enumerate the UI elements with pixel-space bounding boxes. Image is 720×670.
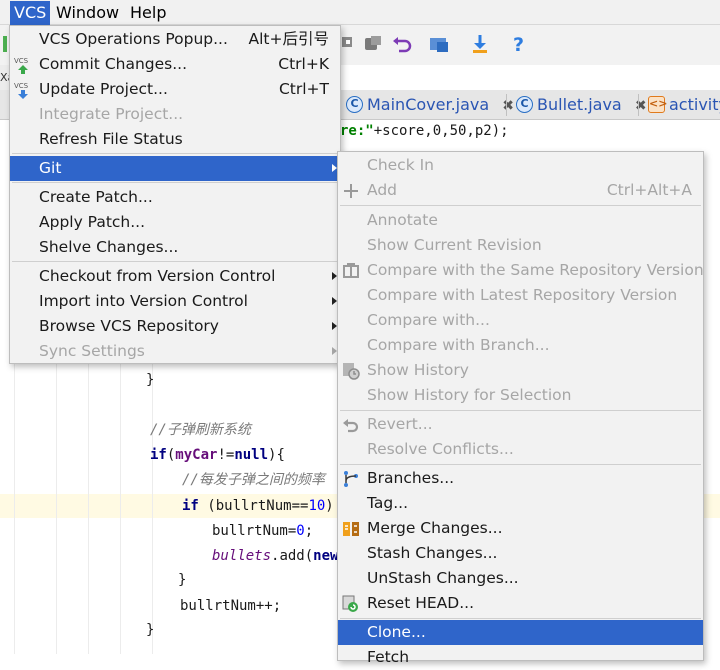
java-class-icon: C: [516, 96, 533, 113]
menu-item-stash-changes[interactable]: Stash Changes...: [338, 541, 703, 566]
menu-item-shelve-changes[interactable]: Shelve Changes...: [10, 235, 340, 260]
menu-separator: [340, 618, 701, 619]
menu-item-create-patch[interactable]: Create Patch...: [10, 185, 340, 210]
code-line: if(myCar!=null){: [150, 447, 285, 463]
menu-item-check-in: Check In: [367, 156, 435, 174]
code-line: bullrtNum=0;: [212, 523, 314, 539]
menu-item-update-project[interactable]: VCS Update Project... Ctrl+T: [10, 77, 340, 102]
compare-icon: [343, 263, 359, 278]
menu-separator: [340, 410, 701, 411]
menu-separator: [12, 153, 338, 154]
menu-item-checkout-from-vcs[interactable]: Checkout from Version Control: [10, 264, 340, 289]
vcs-menu: VCS Operations Popup... Alt+后引号 VCS Comm…: [9, 25, 341, 364]
svg-text:VCS: VCS: [14, 57, 29, 65]
menu-item-show-current-revision: Show Current Revision: [367, 236, 542, 254]
menu-item-git[interactable]: Git: [10, 156, 340, 181]
menu-item-compare-with-branch: Compare with Branch...: [367, 336, 550, 354]
menu-item-add: Add Ctrl+Alt+A: [338, 178, 703, 203]
revert-icon: [343, 419, 359, 433]
java-class-icon: C: [346, 96, 363, 113]
menu-separator: [340, 464, 701, 465]
menu-item-reset-head[interactable]: Reset HEAD...: [338, 591, 703, 616]
code-line: if (bullrtNum==10): [182, 498, 334, 514]
menu-item-annotate: Annotate: [367, 211, 438, 229]
menu-item-unstash-changes[interactable]: UnStash Changes...: [338, 566, 703, 591]
menu-separator: [12, 261, 338, 262]
menu-item-apply-patch[interactable]: Apply Patch...: [10, 210, 340, 235]
history-icon: [343, 363, 360, 380]
toolbar-structure-icon[interactable]: [428, 33, 450, 55]
reset-head-icon: [342, 595, 358, 612]
tab-activity[interactable]: <> activity: [642, 90, 720, 120]
plus-icon: [344, 184, 358, 198]
menu-separator: [340, 205, 701, 206]
menu-item-refresh-file-status[interactable]: Refresh File Status: [10, 127, 340, 152]
code-comment: //每发子弹之间的频率: [182, 472, 325, 488]
menu-item-fetch[interactable]: Fetch: [338, 645, 703, 670]
tab-label: Bullet.java: [537, 95, 622, 114]
menu-window[interactable]: Window: [52, 1, 123, 25]
menu-item-integrate-project: Integrate Project...: [39, 105, 184, 123]
tab-maincover-java[interactable]: C MainCover.java ✖: [340, 90, 514, 120]
svg-text:VCS: VCS: [14, 82, 29, 90]
svg-text:?: ?: [513, 34, 524, 55]
toolbar-device-icon[interactable]: [362, 33, 384, 55]
branches-icon: [344, 471, 358, 487]
code-line: }: [146, 372, 155, 388]
menu-item-tag[interactable]: Tag...: [338, 491, 703, 516]
menu-item-revert: Revert...: [338, 412, 703, 437]
menu-item-resolve-conflicts: Resolve Conflicts...: [367, 440, 514, 458]
menu-item-clone[interactable]: Clone...: [338, 620, 703, 645]
toolbar-download-icon[interactable]: [469, 33, 491, 55]
menu-item-compare-with: Compare with...: [367, 311, 490, 329]
menu-item-show-history-selection: Show History for Selection: [367, 386, 572, 404]
menu-item-compare-latest-repo-version: Compare with Latest Repository Version: [367, 286, 678, 304]
menu-separator: [12, 182, 338, 183]
menu-item-browse-vcs-repository[interactable]: Browse VCS Repository: [10, 314, 340, 339]
activity-icon: <>: [648, 96, 667, 113]
code-line: bullrtNum++;: [180, 598, 282, 614]
code-line: }: [178, 572, 187, 588]
vcs-update-icon: VCS: [14, 82, 29, 99]
menu-item-merge-changes[interactable]: Merge Changes...: [338, 516, 703, 541]
toolbar-sdk-icon[interactable]: [340, 33, 362, 55]
menu-item-commit-changes[interactable]: VCS Commit Changes... Ctrl+K: [10, 52, 340, 77]
menu-item-show-history: Show History: [338, 358, 703, 383]
vcs-commit-icon: VCS: [14, 57, 29, 74]
toolbar-help-icon[interactable]: ?: [508, 33, 530, 55]
code-line: re:"+score,0,50,p2);: [340, 123, 509, 139]
code-line: }: [146, 622, 155, 638]
tab-label: activity: [669, 95, 720, 114]
code-line: bullets.add(new: [212, 548, 339, 564]
run-indicator-icon: [3, 36, 7, 52]
merge-icon: [343, 522, 359, 536]
tab-label: MainCover.java: [367, 95, 490, 114]
menu-item-branches[interactable]: Branches...: [338, 466, 703, 491]
menu-bar: VCS Window Help: [0, 0, 720, 25]
tab-bullet-java[interactable]: C Bullet.java ✖: [510, 90, 647, 120]
git-submenu: Check In Add Ctrl+Alt+A Annotate Show Cu…: [337, 151, 704, 666]
menu-item-sync-settings: Sync Settings: [10, 339, 340, 364]
toolbar-undo-icon[interactable]: [391, 33, 413, 55]
tab-separator: [638, 94, 639, 116]
tab-separator: [506, 94, 507, 116]
menu-item-vcs-operations-popup[interactable]: VCS Operations Popup... Alt+后引号: [10, 27, 340, 52]
menu-vcs[interactable]: VCS: [10, 1, 51, 25]
code-comment: //子弹刷新系统: [150, 422, 251, 438]
menu-help[interactable]: Help: [126, 1, 170, 25]
menu-item-import-into-vcs[interactable]: Import into Version Control: [10, 289, 340, 314]
menu-item-compare-same-repo-version: Compare with the Same Repository Version: [338, 258, 704, 283]
